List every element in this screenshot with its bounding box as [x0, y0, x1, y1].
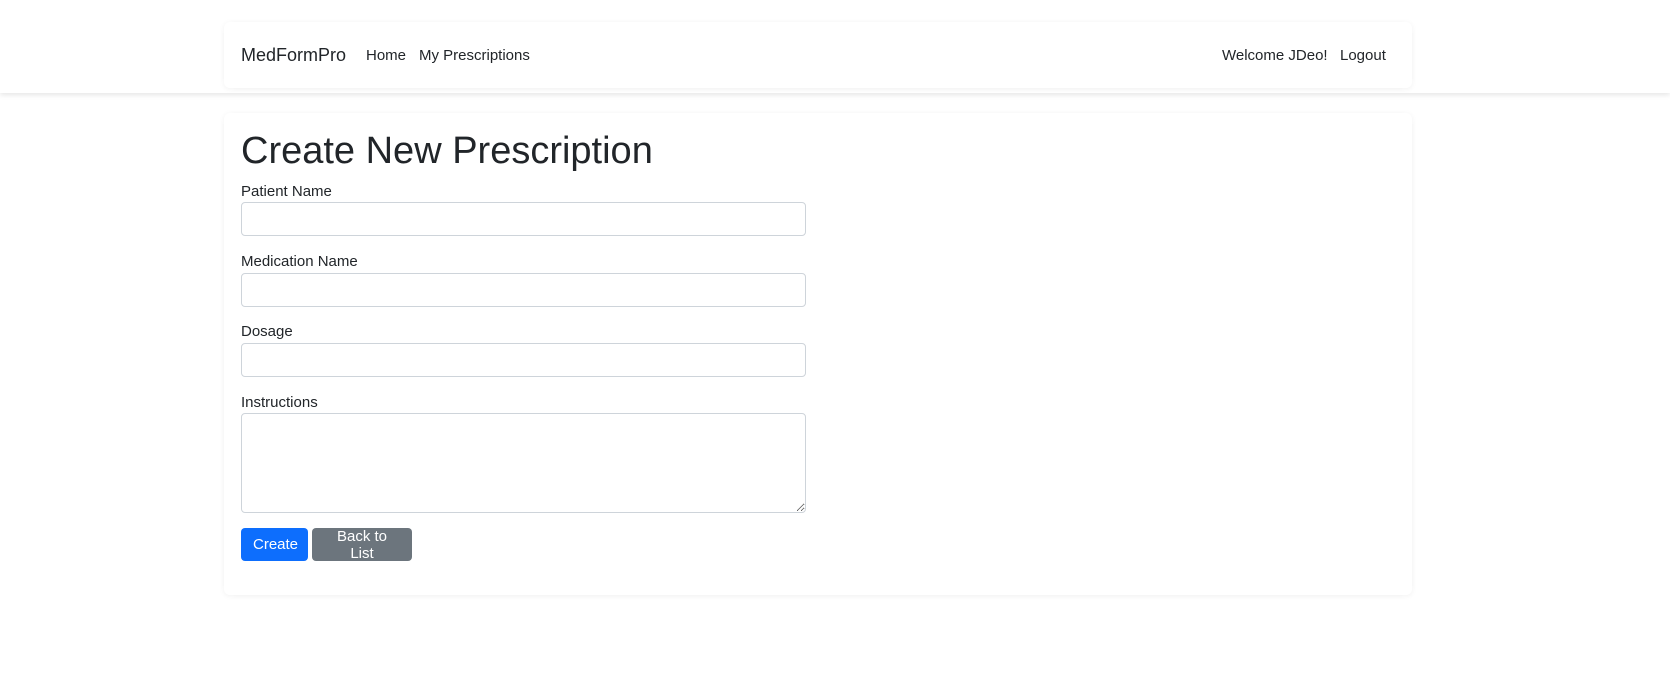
- navbar-container: MedFormPro Home My Prescriptions Welcome…: [224, 22, 1412, 88]
- create-button[interactable]: Create: [241, 528, 308, 561]
- page-title: Create New Prescription: [241, 130, 653, 172]
- instructions-textarea[interactable]: [241, 413, 806, 513]
- patient-name-label: Patient Name: [241, 183, 332, 200]
- logout-link[interactable]: Logout: [1340, 46, 1386, 66]
- patient-name-input[interactable]: [241, 202, 806, 236]
- medication-name-input[interactable]: [241, 273, 806, 307]
- medication-name-label: Medication Name: [241, 253, 358, 270]
- instructions-label: Instructions: [241, 394, 318, 411]
- welcome-message: Welcome JDeo!: [1222, 47, 1328, 64]
- dosage-input[interactable]: [241, 343, 806, 377]
- dosage-label: Dosage: [241, 323, 293, 340]
- top-navigation-bar: MedFormPro Home My Prescriptions Welcome…: [0, 0, 1670, 93]
- brand-logo-link[interactable]: MedFormPro: [241, 43, 346, 67]
- nav-link-home[interactable]: Home: [366, 46, 406, 66]
- back-to-list-button[interactable]: Back to List: [312, 528, 412, 562]
- prescription-form-card: Create New Prescription Patient Name Med…: [224, 113, 1412, 595]
- nav-link-my-prescriptions[interactable]: My Prescriptions: [419, 46, 530, 66]
